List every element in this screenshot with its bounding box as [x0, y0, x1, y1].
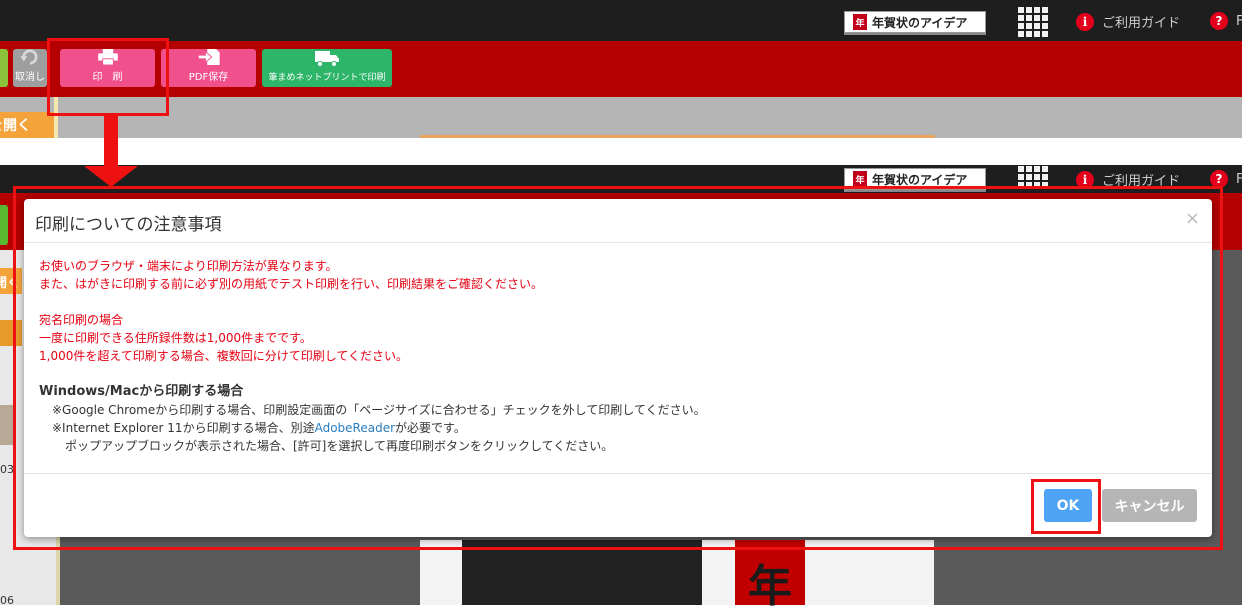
info-icon: i: [1076, 12, 1094, 31]
app-grid-icon[interactable]: [1018, 7, 1048, 37]
thumb-number-2: 06: [0, 594, 14, 607]
ok-button-highlight: [1031, 479, 1101, 534]
card-top-edge: [420, 135, 935, 138]
idea-card-icon: 年: [853, 14, 867, 30]
idea-card-icon: 年: [853, 171, 867, 187]
workspace-area: [0, 97, 1242, 138]
question-icon: ?: [1210, 12, 1228, 30]
user-guide-label: ご利用ガイド: [1102, 16, 1181, 31]
top-header-bar: [0, 0, 1242, 41]
netprint-button[interactable]: 筆まめネットプリントで印刷: [262, 49, 392, 87]
user-guide-link[interactable]: i ご利用ガイド: [1076, 12, 1180, 31]
nenga-idea-label-2: 年賀状のアイデア: [872, 172, 968, 187]
card-glyph: 年: [748, 561, 792, 612]
faq-label-cut: F: [1236, 13, 1242, 29]
thumb-number-1: 03: [0, 463, 14, 476]
undo-label: 取消し: [15, 72, 45, 83]
print-button-highlight: [47, 38, 169, 116]
netprint-label: 筆まめネットプリントで印刷: [268, 73, 386, 83]
arrow-down-icon: [84, 166, 138, 187]
open-panel-label: を開く: [0, 118, 31, 134]
thumbnail-image[interactable]: [0, 405, 14, 445]
delivery-truck-icon: [315, 51, 339, 67]
arrow-shaft: [104, 116, 118, 168]
pdf-save-label: PDF保存: [188, 72, 229, 83]
prev-tool-button-cut-2[interactable]: [0, 205, 8, 245]
undo-button[interactable]: 取消し: [13, 49, 47, 87]
nenga-idea-label: 年賀状のアイデア: [872, 15, 968, 30]
nenga-idea-button[interactable]: 年 年賀状のアイデア: [844, 11, 986, 33]
open-panel-button[interactable]: を開く: [0, 112, 54, 138]
pdf-export-icon: [197, 49, 220, 65]
faq-link[interactable]: ? F: [1210, 12, 1242, 30]
pdf-save-button[interactable]: PDF保存: [161, 49, 256, 87]
faq-label-cut-2: F: [1236, 171, 1242, 187]
prev-tool-button-cut[interactable]: [0, 49, 8, 87]
undo-icon: [20, 49, 38, 65]
